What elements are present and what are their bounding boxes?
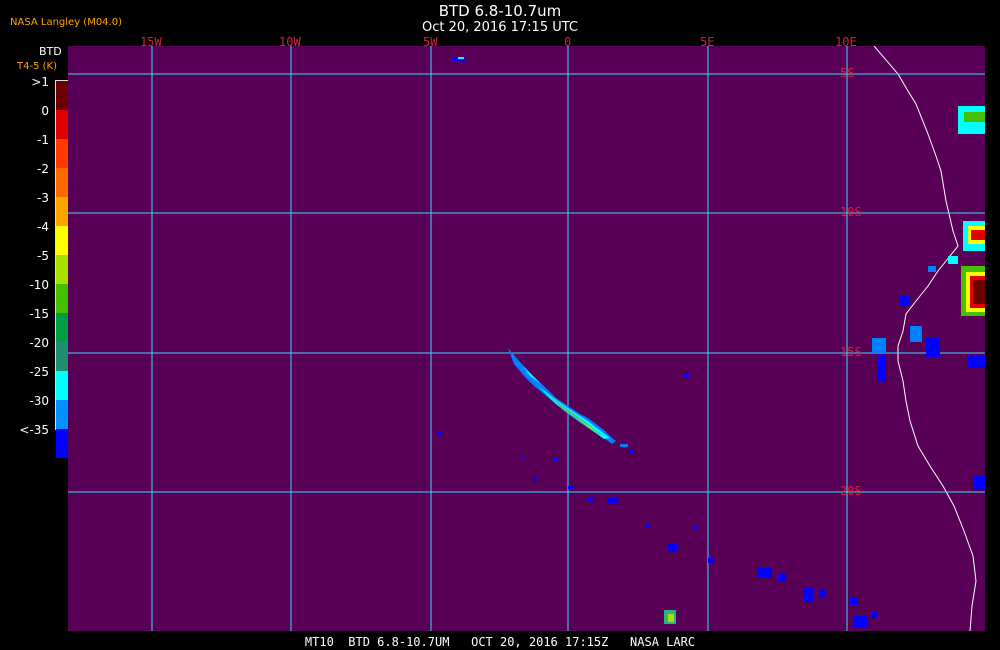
longitude-label: 15W <box>140 35 162 49</box>
latitude-label: 5S <box>840 66 855 80</box>
longitude-label: 5W <box>423 35 438 49</box>
legend-label: -10 <box>29 278 49 292</box>
legend-label: -25 <box>29 365 49 379</box>
legend-label: >1 <box>31 75 49 89</box>
satellite-image-viewer: BTD 6.8-10.7um Oct 20, 2016 17:15 UTC NA… <box>0 0 1000 650</box>
longitude-label: 10W <box>279 35 301 49</box>
legend-label: 0 <box>41 104 49 118</box>
map-panel <box>68 46 985 631</box>
coastline <box>873 46 977 631</box>
legend-label: -15 <box>29 307 49 321</box>
status-line: MT10 BTD 6.8-10.7UM OCT 20, 2016 17:15Z … <box>304 635 696 649</box>
legend-label: -30 <box>29 394 49 408</box>
longitude-label: 5E <box>700 35 715 49</box>
btd-features <box>438 57 985 628</box>
longitude-label: 10E <box>835 35 857 49</box>
legend-label: -3 <box>37 191 49 205</box>
longitude-label: 0 <box>564 35 572 49</box>
btd-band-feature <box>508 348 616 444</box>
image-timestamp: Oct 20, 2016 17:15 UTC <box>422 20 578 35</box>
image-title: BTD 6.8-10.7um <box>438 2 562 20</box>
map-graphics <box>68 46 985 631</box>
agency-label: NASA Langley (M04.0) <box>10 17 122 28</box>
legend-label: -4 <box>37 220 49 234</box>
legend-label: <-35 <box>19 423 49 437</box>
legend-label: -5 <box>37 249 49 263</box>
legend-label: -1 <box>37 133 49 147</box>
latitude-label: 20S <box>840 484 862 498</box>
legend-unit-label: T4-5 (K) <box>17 61 57 72</box>
latitude-label: 10S <box>840 205 862 219</box>
legend-label: -20 <box>29 336 49 350</box>
legend-product-label: BTD <box>39 45 62 58</box>
legend-label: -2 <box>37 162 49 176</box>
latitude-label: 15S <box>840 345 862 359</box>
